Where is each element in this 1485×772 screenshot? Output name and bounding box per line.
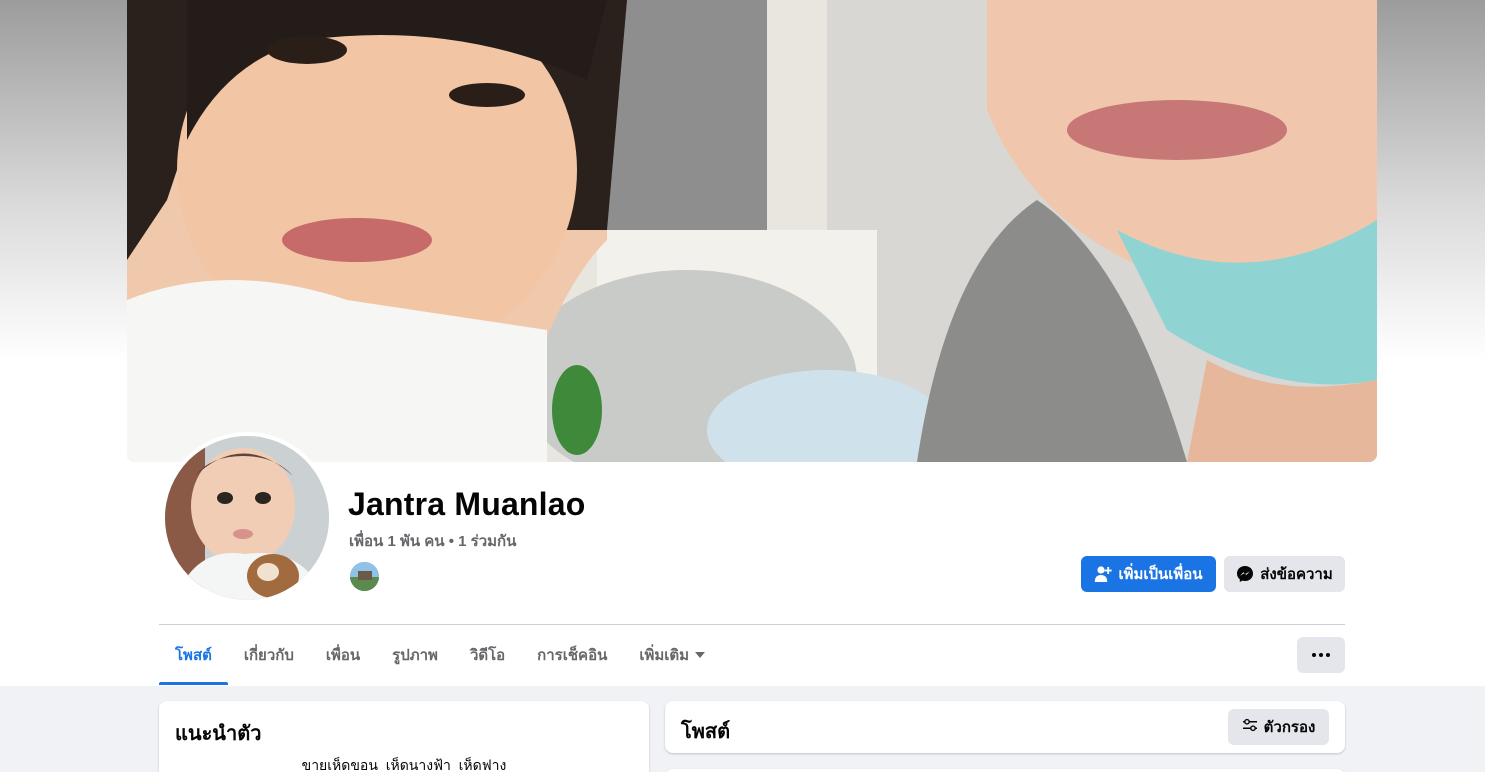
tab-posts[interactable]: โพสต์ [159,625,228,685]
profile-tabs: โพสต์ เกี่ยวกับ เพื่อน รูปภาพ วิดีโอ การ… [159,625,721,685]
profile-picture[interactable] [161,432,333,604]
cover-photo[interactable] [127,0,1377,462]
profile-name: Jantra Muanlao [348,486,586,522]
ellipsis-icon [1312,653,1316,657]
filter-button[interactable]: ตัวกรอง [1228,709,1329,745]
add-friend-label: เพิ่มเป็นเพื่อน [1118,566,1203,583]
ellipsis-dot [1319,653,1323,657]
sliders-icon [1242,717,1258,737]
caret-down-icon [695,652,706,658]
tab-more[interactable]: เพิ่มเติม [623,625,721,685]
friends-summary-link[interactable]: เพื่อน 1 พัน คน • 1 ร่วมกัน [349,529,516,553]
tab-check-ins[interactable]: การเช็คอิน [521,625,623,685]
posts-header-card: โพสต์ ตัวกรอง [665,701,1345,753]
add-friend-button[interactable]: เพิ่มเป็นเพื่อน [1081,556,1216,592]
tab-more-label: เพิ่มเติม [639,647,690,664]
intro-title: แนะนำตัว [175,723,262,745]
filter-label: ตัวกรอง [1263,719,1316,736]
message-button[interactable]: ส่งข้อความ [1224,556,1345,592]
person-plus-icon [1094,565,1113,583]
intro-card: แนะนำตัว ขายเห็ดขอน_เห็ดนางฟ้า_เห็ดฟาง [159,701,649,772]
profile-header: Jantra Muanlao เพื่อน 1 พัน คน • 1 ร่วมก… [0,0,1485,686]
avatar [165,436,329,600]
tab-videos[interactable]: วิดีโอ [454,625,521,685]
ellipsis-dot [1326,653,1330,657]
tab-photos[interactable]: รูปภาพ [376,625,454,685]
tab-about[interactable]: เกี่ยวกับ [228,625,310,685]
messenger-icon [1236,565,1254,583]
posts-title: โพสต์ [681,721,731,743]
intro-bio: ขายเห็ดขอน_เห็ดนางฟ้า_เห็ดฟาง [301,757,507,772]
more-options-button[interactable] [1297,637,1345,673]
tab-friends[interactable]: เพื่อน [310,625,376,685]
message-label: ส่งข้อความ [1260,566,1333,583]
mutual-friend-avatar[interactable] [348,560,381,593]
